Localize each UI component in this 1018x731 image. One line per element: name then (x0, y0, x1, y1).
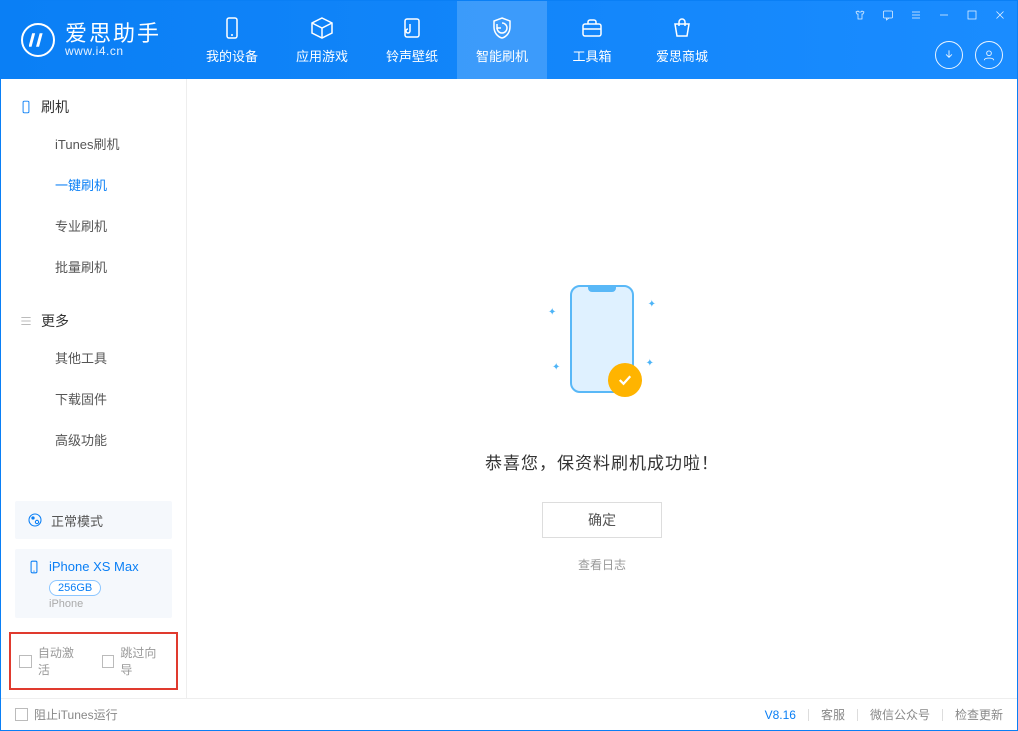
view-log-link[interactable]: 查看日志 (578, 556, 626, 573)
sidebar-item-pro-flash[interactable]: 专业刷机 (1, 205, 186, 246)
success-message: 恭喜您，保资料刷机成功啦！ (485, 449, 719, 474)
checkbox-auto-activate[interactable]: 自动激活 (19, 644, 86, 678)
checkbox-icon (102, 655, 115, 668)
sidebar-list-flash: iTunes刷机 一键刷机 专业刷机 批量刷机 (1, 117, 186, 293)
sidebar-item-download-firmware[interactable]: 下载固件 (1, 378, 186, 419)
status-link-update[interactable]: 检查更新 (955, 706, 1003, 723)
sidebar-item-itunes-flash[interactable]: iTunes刷机 (1, 123, 186, 164)
device-type: iPhone (49, 598, 160, 610)
ok-button[interactable]: 确定 (542, 502, 662, 538)
nav-label: 铃声壁纸 (386, 46, 438, 65)
minimize-icon[interactable] (933, 7, 955, 23)
window-controls (849, 7, 1011, 23)
device-name: iPhone XS Max (49, 559, 139, 574)
mode-label: 正常模式 (51, 511, 103, 530)
nav-label: 爱思商城 (656, 46, 708, 65)
close-icon[interactable] (989, 7, 1011, 23)
version-label: V8.16 (765, 708, 796, 722)
checkbox-label: 跳过向导 (120, 644, 168, 678)
mode-card[interactable]: 正常模式 (15, 501, 172, 539)
nav-toolbox[interactable]: 工具箱 (547, 1, 637, 79)
app-body: 刷机 iTunes刷机 一键刷机 专业刷机 批量刷机 更多 其他工具 下载固件 … (1, 79, 1017, 698)
group-label: 刷机 (41, 97, 69, 117)
sidebar-group-more: 更多 (1, 293, 186, 331)
status-link-wechat[interactable]: 微信公众号 (870, 706, 930, 723)
status-bar: 阻止iTunes运行 V8.16 客服 微信公众号 检查更新 (1, 698, 1017, 730)
checkbox-block-itunes[interactable]: 阻止iTunes运行 (15, 706, 118, 723)
nav-apps-games[interactable]: 应用游戏 (277, 1, 367, 79)
logo-icon (21, 23, 55, 57)
app-subtitle: www.i4.cn (65, 45, 161, 57)
nav-ringtones-wallpapers[interactable]: 铃声壁纸 (367, 1, 457, 79)
app-title: 爱思助手 (65, 23, 161, 45)
nav-label: 我的设备 (206, 46, 258, 65)
download-icon[interactable] (935, 41, 963, 69)
nav-label: 应用游戏 (296, 46, 348, 65)
group-label: 更多 (41, 311, 69, 331)
sidebar-item-batch-flash[interactable]: 批量刷机 (1, 246, 186, 287)
phone-icon (570, 285, 634, 393)
check-badge-icon (608, 363, 642, 397)
options-highlight: 自动激活 跳过向导 (9, 632, 178, 690)
main-content: ✦✦ ✦✦ 恭喜您，保资料刷机成功啦！ 确定 查看日志 (187, 79, 1017, 698)
header-actions (935, 41, 1003, 69)
sidebar: 刷机 iTunes刷机 一键刷机 专业刷机 批量刷机 更多 其他工具 下载固件 … (1, 79, 187, 698)
nav-store[interactable]: 爱思商城 (637, 1, 727, 79)
app-logo: 爱思助手 www.i4.cn (1, 23, 177, 57)
feedback-icon[interactable] (877, 7, 899, 23)
menu-icon[interactable] (905, 7, 927, 23)
checkbox-icon (15, 708, 28, 721)
checkbox-skip-wizard[interactable]: 跳过向导 (102, 644, 169, 678)
sidebar-item-oneclick-flash[interactable]: 一键刷机 (1, 164, 186, 205)
top-nav: 我的设备 应用游戏 铃声壁纸 智能刷机 工具箱 爱思商城 (187, 1, 727, 79)
sidebar-item-advanced[interactable]: 高级功能 (1, 419, 186, 460)
app-header: 爱思助手 www.i4.cn 我的设备 应用游戏 铃声壁纸 智能刷机 工具箱 爱… (1, 1, 1017, 79)
status-link-support[interactable]: 客服 (821, 706, 845, 723)
tshirt-icon[interactable] (849, 7, 871, 23)
nav-smart-flash[interactable]: 智能刷机 (457, 1, 547, 79)
user-icon[interactable] (975, 41, 1003, 69)
checkbox-label: 阻止iTunes运行 (34, 706, 118, 723)
checkbox-icon (19, 655, 32, 668)
maximize-icon[interactable] (961, 7, 983, 23)
device-storage: 256GB (49, 580, 101, 596)
device-card[interactable]: iPhone XS Max 256GB iPhone (15, 549, 172, 618)
checkbox-label: 自动激活 (38, 644, 86, 678)
nav-my-device[interactable]: 我的设备 (187, 1, 277, 79)
sidebar-group-flash: 刷机 (1, 79, 186, 117)
sidebar-item-other-tools[interactable]: 其他工具 (1, 337, 186, 378)
success-illustration: ✦✦ ✦✦ (542, 279, 662, 399)
sidebar-list-more: 其他工具 下载固件 高级功能 (1, 331, 186, 466)
nav-label: 工具箱 (573, 46, 612, 65)
nav-label: 智能刷机 (476, 46, 528, 65)
